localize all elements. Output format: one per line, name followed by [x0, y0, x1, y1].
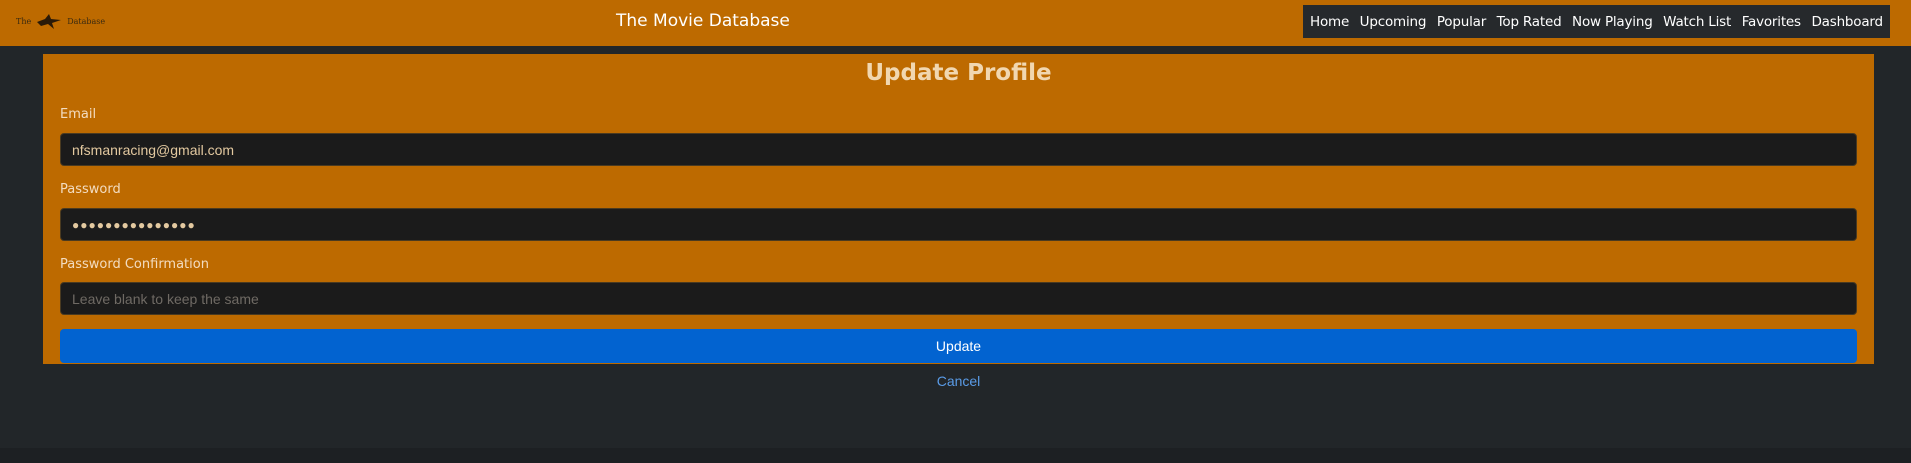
nav-favorites[interactable]: Favorites — [1742, 14, 1801, 30]
password-confirmation-label: Password Confirmation — [60, 257, 209, 272]
navbar: The Database The Movie Database Home Upc… — [0, 0, 1911, 46]
nav-dashboard[interactable]: Dashboard — [1811, 14, 1883, 30]
nav-top-rated[interactable]: Top Rated — [1497, 14, 1562, 30]
cancel-link[interactable]: Cancel — [0, 373, 1911, 389]
nav-popular[interactable]: Popular — [1437, 14, 1486, 30]
logo-text-right: Database — [67, 16, 106, 26]
update-profile-card: Update Profile Email Password Password C… — [43, 54, 1874, 364]
password-field[interactable] — [60, 208, 1857, 241]
site-title: The Movie Database — [616, 11, 790, 31]
password-label: Password — [60, 182, 121, 197]
update-button[interactable]: Update — [60, 329, 1857, 363]
nav-upcoming[interactable]: Upcoming — [1360, 14, 1427, 30]
password-confirmation-field[interactable] — [60, 282, 1857, 315]
nav-watch-list[interactable]: Watch List — [1663, 14, 1731, 30]
email-label: Email — [60, 107, 97, 122]
email-field[interactable] — [60, 133, 1857, 166]
nav-now-playing[interactable]: Now Playing — [1572, 14, 1653, 30]
nav-links: Home Upcoming Popular Top Rated Now Play… — [1303, 5, 1890, 38]
footer-strip — [0, 448, 1911, 463]
logo-text-left: The — [16, 16, 32, 26]
page-title: Update Profile — [865, 60, 1052, 86]
nav-home[interactable]: Home — [1310, 14, 1349, 30]
bird-icon — [37, 14, 62, 29]
site-logo[interactable]: The Database — [16, 11, 111, 31]
